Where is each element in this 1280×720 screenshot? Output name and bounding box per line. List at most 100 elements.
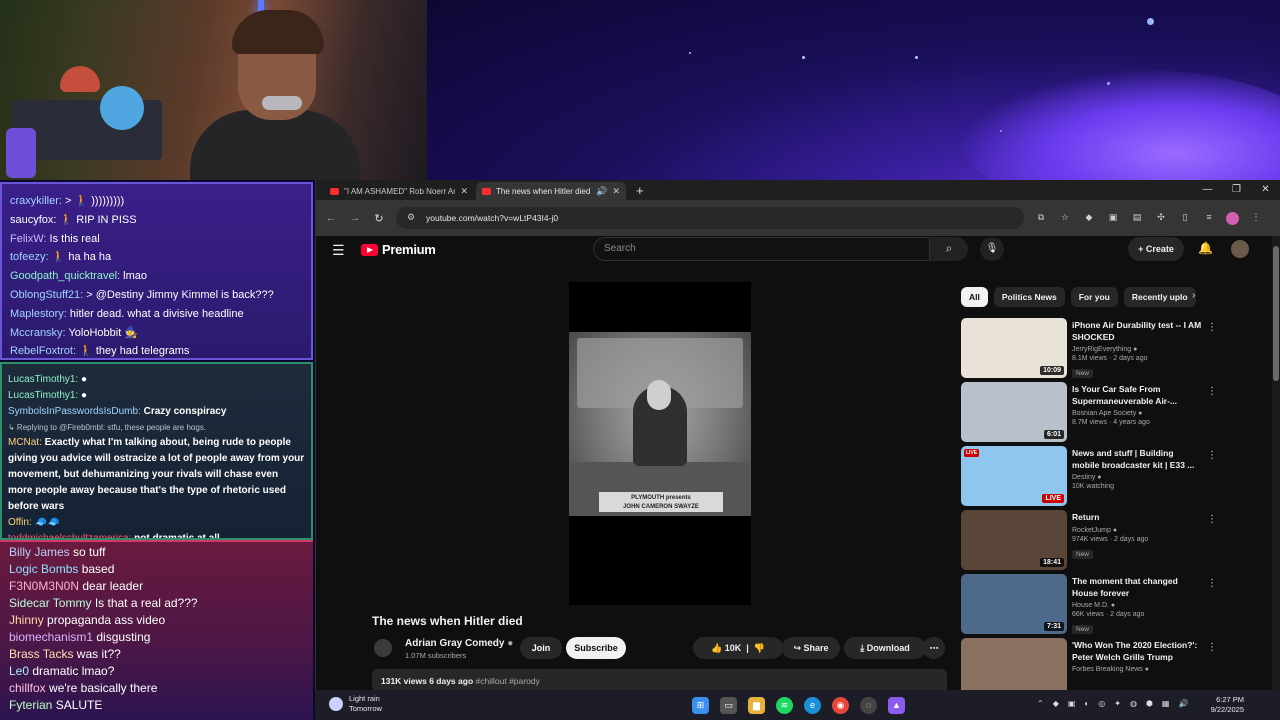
join-button[interactable]: Join	[520, 637, 562, 659]
more-options-icon[interactable]: ⋮	[1207, 642, 1217, 653]
chat-username[interactable]: saucyfox:	[10, 214, 56, 226]
sidepanel-icon[interactable]: ▯	[1178, 212, 1192, 224]
extension-icon[interactable]: ◆	[1082, 212, 1096, 224]
chat-username[interactable]: Maplestory:	[10, 308, 67, 320]
chat-username[interactable]: biomechanism1	[9, 630, 93, 644]
steam-icon[interactable]: ◐	[1084, 699, 1089, 708]
chat-username[interactable]: SymbolsInPasswordsIsDumb:	[8, 406, 141, 417]
video-thumbnail[interactable]: 6:01	[961, 382, 1067, 442]
media-icon[interactable]: ≡	[1202, 212, 1216, 224]
channel-name[interactable]: Destiny ●	[1072, 474, 1202, 481]
tab-rob-noerr[interactable]: "I AM ASHAMED" Rob Noerr Ar ✕	[324, 182, 474, 200]
video-title[interactable]: iPhone Air Durability test -- I AM SHOCK…	[1072, 320, 1202, 343]
new-tab-button[interactable]: +	[636, 182, 644, 200]
page-scrollbar[interactable]	[1272, 236, 1280, 690]
recommended-video[interactable]: 7:31 The moment that changed House foreve…	[961, 574, 1226, 638]
file-explorer-icon[interactable]: ▆	[748, 697, 765, 714]
app-icon[interactable]: ▲	[888, 697, 905, 714]
extension-icon[interactable]: ▣	[1106, 212, 1120, 224]
video-thumbnail[interactable]: 18:41	[961, 510, 1067, 570]
more-options-icon[interactable]: ⋮	[1207, 322, 1217, 333]
tab-close-icon[interactable]: ✕	[612, 186, 620, 197]
chat-username[interactable]: OblongStuff21:	[10, 289, 83, 301]
hamburger-menu-icon[interactable]: ☰	[332, 242, 345, 259]
chat-username[interactable]: Offin:	[8, 517, 32, 528]
reload-icon[interactable]: ↻	[372, 212, 386, 225]
voice-search-button[interactable]: 🎙	[980, 237, 1004, 261]
chat-username[interactable]: MCNat:	[8, 437, 42, 448]
filter-chip[interactable]: For you	[1070, 287, 1118, 307]
dislike-button[interactable]: 👎	[754, 643, 765, 653]
speaker-icon[interactable]: 🔊	[596, 186, 607, 197]
video-title[interactable]: News and stuff | Building mobile broadca…	[1072, 448, 1202, 471]
network-icon[interactable]: ▦	[1162, 699, 1170, 708]
chevron-up-icon[interactable]: ⌃	[1037, 699, 1044, 708]
chat-username[interactable]: Logic Bombs	[9, 562, 78, 576]
filter-chip[interactable]: All	[961, 287, 988, 307]
chat-username[interactable]: RebelFoxtrot:	[10, 345, 76, 357]
volume-icon[interactable]: 🔊	[1178, 699, 1188, 708]
video-title[interactable]: Is Your Car Safe From Supermaneuverable …	[1072, 384, 1202, 407]
extension-icon[interactable]: ▤	[1130, 212, 1144, 224]
channel-name[interactable]: Bosnian Ape Society ●	[1072, 410, 1202, 417]
site-info-icon[interactable]: ⚙	[404, 212, 418, 224]
filter-chip[interactable]: Recently uplo	[1123, 287, 1196, 307]
task-view-icon[interactable]: ▭	[720, 697, 737, 714]
menu-kebab-icon[interactable]: ⋮	[1249, 212, 1263, 224]
weather-widget[interactable]: Light rain Tomorrow	[329, 694, 382, 714]
video-player[interactable]: PLYMOUTH presents JOHN CAMERON SWAYZE	[569, 282, 751, 605]
chat-username[interactable]: chillfox	[9, 681, 46, 695]
tray-app-icon[interactable]: ◎	[1098, 699, 1105, 708]
subscribe-button[interactable]: Subscribe	[566, 637, 626, 659]
description-box[interactable]: 131K views 6 days ago #chillout #parody	[372, 669, 947, 690]
video-thumbnail[interactable]: 7:31	[961, 574, 1067, 634]
maximize-icon[interactable]: ❐	[1222, 180, 1251, 200]
notifications-bell-icon[interactable]: 🔔	[1198, 241, 1213, 255]
scrollbar-thumb[interactable]	[1273, 246, 1279, 381]
channel-name[interactable]: House M.D. ●	[1072, 602, 1202, 609]
channel-name[interactable]: RocketJump ●	[1072, 527, 1202, 534]
youtube-logo[interactable]: Premium	[361, 242, 436, 257]
chat-username[interactable]: Sidecar Tommy	[9, 596, 91, 610]
profile-avatar[interactable]	[1226, 211, 1239, 225]
chat-username[interactable]: Goodpath_quicktravel:	[10, 270, 120, 282]
more-options-icon[interactable]: ⋮	[1207, 514, 1217, 525]
chat-username[interactable]: Billy James	[9, 545, 70, 559]
chat-username[interactable]: FelixW:	[10, 233, 46, 245]
tray-app-icon[interactable]: ✦	[1114, 699, 1121, 708]
chrome-icon[interactable]: ◉	[832, 697, 849, 714]
create-button[interactable]: + Create	[1128, 237, 1184, 261]
chat-panel-bottom[interactable]: Billy James so tuff Logic Bombs based F3N0…	[0, 540, 313, 720]
hashtags[interactable]: #chillout #parody	[476, 676, 540, 686]
tab-hitler-news[interactable]: The news when Hitler died 🔊 ✕	[476, 182, 626, 200]
video-thumbnail[interactable]: 10:09	[961, 318, 1067, 378]
filter-chip[interactable]: Politics News	[993, 287, 1065, 307]
account-avatar[interactable]	[1231, 240, 1249, 258]
chat-username[interactable]: LucasTimothy1:	[8, 374, 78, 385]
install-icon[interactable]: ⧉	[1034, 212, 1048, 224]
obs-icon[interactable]: ◌	[860, 697, 877, 714]
chat-panel-middle[interactable]: LucasTimothy1: ● LucasTimothy1: ● SymbolsI…	[0, 362, 313, 540]
more-actions-button[interactable]: ⋯	[923, 637, 945, 659]
channel-name[interactable]: JerryRigEverything ●	[1072, 346, 1202, 353]
spotify-icon[interactable]: ≋	[776, 697, 793, 714]
share-button[interactable]: ↪ Share	[782, 637, 840, 659]
bookmark-star-icon[interactable]: ☆	[1058, 212, 1072, 224]
chat-username[interactable]: ↳ Replying to @Fireb0mbl: stfu, these pe…	[8, 423, 206, 432]
tray-app-icon[interactable]: ◍	[1130, 699, 1137, 708]
channel-avatar[interactable]	[374, 639, 392, 657]
more-options-icon[interactable]: ⋮	[1207, 450, 1217, 461]
recommended-video[interactable]: 10:09 iPhone Air Durability test -- I AM …	[961, 318, 1226, 382]
chat-username[interactable]: tofeezy:	[10, 251, 49, 263]
recommended-video[interactable]: 18:41 Return RocketJump ● 974K views · 2 da…	[961, 510, 1226, 574]
edge-icon[interactable]: e	[804, 697, 821, 714]
tray-app-icon[interactable]: ⬢	[1146, 699, 1153, 708]
recommended-video[interactable]: 6:01 Is Your Car Safe From Supermaneuvera…	[961, 382, 1226, 446]
chat-username[interactable]: Fyterian	[9, 698, 52, 712]
recommended-video[interactable]: 'Who Won The 2020 Election?': Peter Welc…	[961, 638, 1226, 690]
chat-username[interactable]: toddmichaelschultzamerica:	[8, 533, 131, 538]
recommended-video[interactable]: LIVE LIVE News and stuff | Building mobile…	[961, 446, 1226, 510]
taskbar-clock[interactable]: 6:27 PM 9/22/2025	[1211, 695, 1244, 715]
forward-icon[interactable]: →	[348, 212, 362, 224]
tab-close-icon[interactable]: ✕	[460, 186, 468, 197]
